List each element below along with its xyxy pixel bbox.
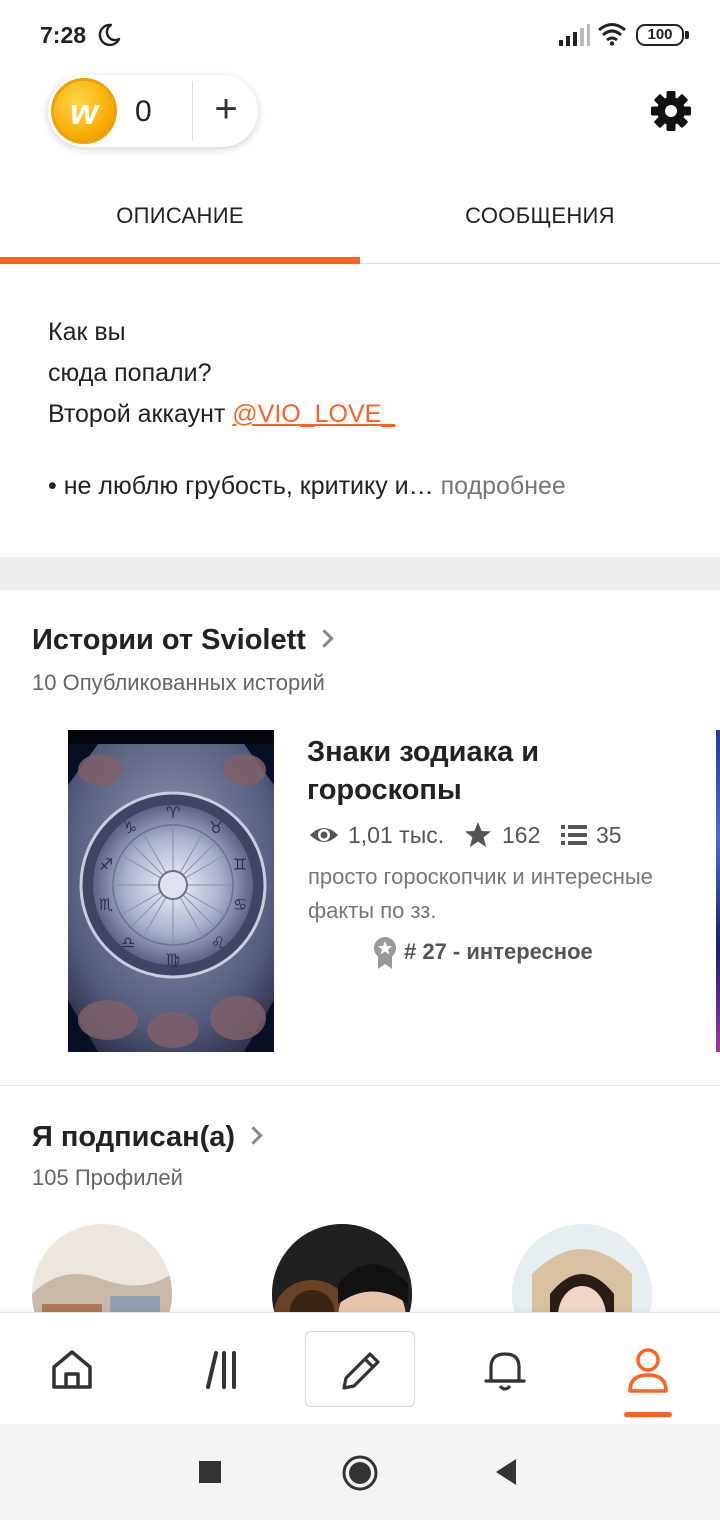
chevron-right-icon: [244, 1126, 263, 1145]
bell-icon: [484, 1352, 526, 1391]
svg-text:♈: ♈: [166, 803, 180, 822]
nav-home[interactable]: [12, 1313, 132, 1425]
story-rank[interactable]: # 27 - интересное: [372, 936, 593, 970]
following-section-title[interactable]: Я подписан(а): [32, 1121, 263, 1154]
home-button-icon[interactable]: [341, 1454, 379, 1492]
svg-text:♎: ♎: [121, 933, 135, 952]
eye-icon: [310, 828, 338, 842]
nav-profile[interactable]: [588, 1313, 708, 1425]
bottom-navigation: [0, 1312, 720, 1424]
mention-link[interactable]: @VIO_LOVE_: [232, 400, 395, 428]
next-story-cover-peek[interactable]: [716, 730, 720, 1052]
home-icon: [52, 1350, 92, 1389]
ribbon-award-icon: [374, 937, 396, 969]
tab-description[interactable]: ОПИСАНИЕ: [0, 180, 360, 264]
coin-divider: [192, 81, 193, 141]
svg-text:♑: ♑: [123, 818, 137, 837]
story-description: просто гороскопчик и интересные факты по…: [308, 864, 653, 923]
status-time: 7:28: [40, 22, 87, 48]
add-coins-button[interactable]: +: [200, 85, 252, 137]
star-icon: [465, 822, 491, 847]
status-bar: 7:28 100: [0, 0, 720, 72]
svg-text:♋: ♋: [233, 895, 247, 914]
gear-icon[interactable]: [650, 90, 692, 132]
library-icon: [206, 1351, 236, 1389]
profile-tabs: ОПИСАНИЕ СООБЩЕНИЯ: [0, 180, 720, 264]
active-tab-indicator: [0, 257, 360, 264]
nav-active-indicator: [624, 1412, 672, 1417]
svg-text:♉: ♉: [209, 818, 223, 837]
stories-count: 10 Опубликованных историй: [32, 670, 325, 695]
system-navigation-bar: [0, 1424, 720, 1520]
read-more-link[interactable]: подробнее: [441, 472, 566, 500]
nav-library[interactable]: [160, 1313, 280, 1425]
battery-indicator: 100: [636, 24, 689, 46]
list-icon: [561, 825, 587, 845]
story-cover-image[interactable]: ♈ ♉ ♊ ♋ ♌ ♍ ♎ ♏ ♐ ♑: [68, 730, 274, 1052]
story-title[interactable]: Знаки зодиака и гороскопы: [307, 733, 697, 809]
nav-write[interactable]: [305, 1331, 415, 1407]
coin-wallet[interactable]: w 0 +: [48, 75, 258, 147]
profile-description: Как вы сюда попали? Второй аккаунт @VIO_…: [48, 318, 396, 428]
svg-text:♊: ♊: [233, 855, 247, 874]
stories-section-title[interactable]: Истории от Sviolett: [32, 624, 334, 657]
section-divider: [0, 1085, 720, 1086]
recents-button-icon[interactable]: [198, 1460, 222, 1484]
section-separator: [0, 557, 720, 590]
svg-text:♐: ♐: [99, 855, 113, 874]
coin-count: 0: [135, 95, 152, 128]
tab-messages[interactable]: СООБЩЕНИЯ: [360, 180, 720, 264]
signal-icon: [559, 24, 590, 46]
profile-icon: [628, 1348, 668, 1393]
chevron-right-icon: [315, 629, 334, 648]
following-count: 105 Профилей: [32, 1165, 183, 1190]
nav-notifications[interactable]: [444, 1313, 564, 1425]
coin-icon: w: [51, 78, 117, 144]
description-bullet: • не люблю грубость, критику и… подробне…: [48, 472, 566, 500]
back-button-icon[interactable]: [494, 1458, 518, 1486]
moon-icon: [98, 23, 121, 47]
pencil-icon: [342, 1352, 380, 1390]
wifi-icon: [598, 23, 626, 46]
svg-text:♌: ♌: [211, 933, 225, 952]
svg-text:♍: ♍: [166, 950, 180, 969]
svg-text:♏: ♏: [99, 895, 113, 914]
